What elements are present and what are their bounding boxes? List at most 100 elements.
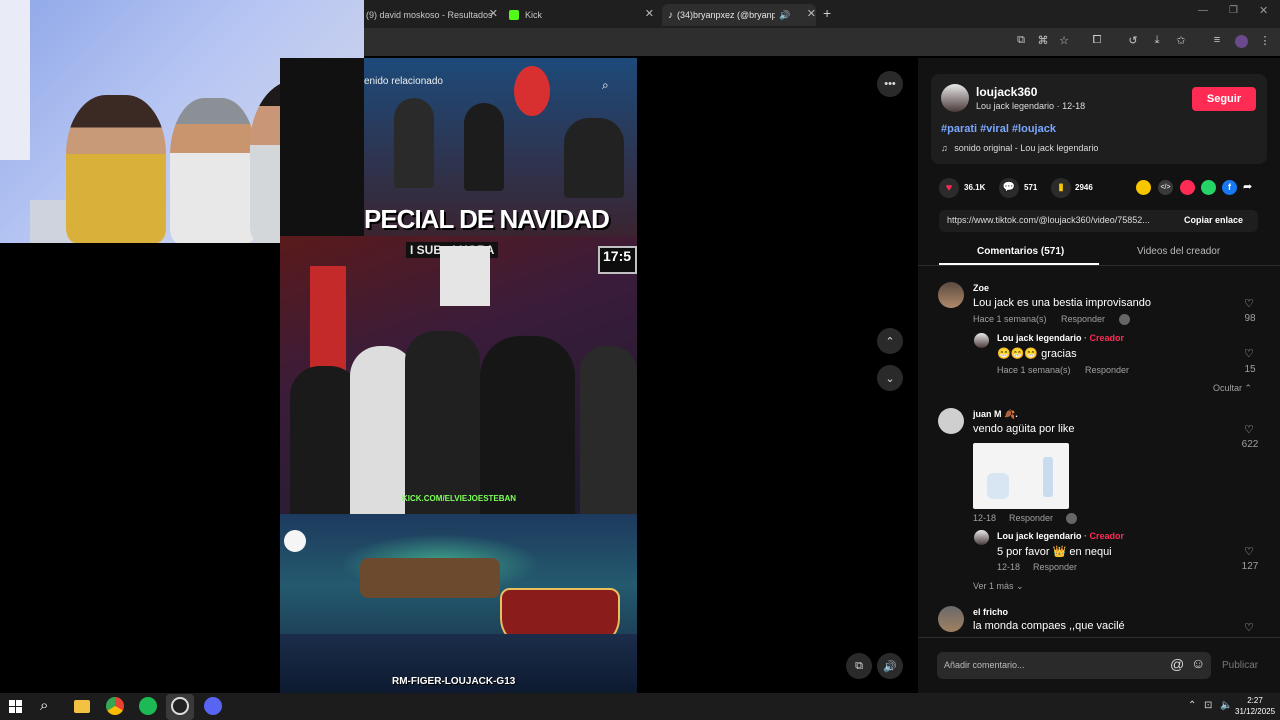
reply-button[interactable]: Responder: [1009, 513, 1053, 523]
commenter-name[interactable]: juan M: [973, 409, 1002, 419]
heart-outline-icon[interactable]: ♡: [1244, 621, 1254, 634]
spotify-icon[interactable]: [139, 697, 157, 715]
view-more-replies-button[interactable]: Ver 1 más ⌄: [973, 581, 1024, 592]
embed-icon[interactable]: </>: [1158, 180, 1173, 195]
volume-button[interactable]: 🔊: [877, 653, 903, 679]
comment-text: Lou jack es una bestia improvisando: [973, 297, 1151, 309]
reply-button[interactable]: Responder: [1033, 562, 1077, 572]
reading-list-icon[interactable]: ≡: [1210, 34, 1224, 46]
download-icon[interactable]: ⤓: [1150, 34, 1164, 47]
close-icon[interactable]: ✕: [645, 7, 654, 20]
publish-button[interactable]: Publicar: [1222, 660, 1258, 671]
commenter-avatar[interactable]: [938, 408, 964, 434]
reply-button[interactable]: Responder: [1085, 365, 1129, 375]
commenter-name[interactable]: el fricho: [973, 607, 1008, 617]
bottle-shape: [1043, 457, 1053, 497]
reply-text: gracias: [1041, 348, 1077, 360]
send-to-friends-icon[interactable]: [1180, 180, 1195, 195]
commenter-avatar[interactable]: [938, 282, 964, 308]
share-arrow-icon[interactable]: ➦: [1243, 180, 1252, 193]
video-panel-middle: I SUB= I HORA 17:5 KICK.COM/ELVIEJOESTEB…: [280, 236, 637, 514]
creator-avatar[interactable]: [941, 84, 969, 112]
network-icon[interactable]: ⊡: [1204, 700, 1212, 711]
tab-label: (34)bryanpxez (@bryanpxez): [677, 10, 775, 20]
reply-button[interactable]: Responder: [1061, 314, 1105, 324]
emoji-picker-icon[interactable]: ☺: [1191, 655, 1205, 671]
close-window-icon[interactable]: ✕: [1259, 4, 1268, 17]
commenter-name[interactable]: Zoe: [973, 283, 989, 293]
creator-tag: Creador: [1089, 531, 1125, 541]
browser-toolbar: [364, 28, 1280, 56]
translate-icon[interactable]: ⌘: [1036, 34, 1050, 47]
tab-creator-videos[interactable]: Videos del creador: [1137, 246, 1220, 257]
heart-outline-icon[interactable]: ♡: [1244, 297, 1254, 310]
hide-replies-button[interactable]: Ocultar ⌃: [1213, 383, 1252, 394]
tab-resultados[interactable]: (9) david moskoso - Resultados ✕: [364, 4, 498, 26]
reply-author[interactable]: Lou jack legendario: [997, 333, 1082, 343]
next-video-button[interactable]: ⌄: [877, 365, 903, 391]
favorites-icon[interactable]: ✩: [1174, 34, 1188, 47]
bookmark-star-icon[interactable]: ☆: [1057, 34, 1071, 47]
close-icon[interactable]: ✕: [489, 7, 498, 20]
speaker-icon[interactable]: 🔊: [779, 10, 790, 21]
sound-row[interactable]: ♫ sonido original - Lou jack legendario: [941, 143, 1098, 153]
heart-icon[interactable]: ♥: [939, 178, 959, 198]
windows-start-icon[interactable]: [9, 700, 22, 713]
heart-outline-icon[interactable]: ♡: [1244, 423, 1254, 436]
reply-text-row: 😁😁😁 gracias: [997, 347, 1077, 360]
search-taskbar-icon[interactable]: ⌕: [40, 697, 48, 714]
tab-tiktok[interactable]: ♪ (34)bryanpxez (@bryanpxez) 🔊 ✕: [662, 4, 816, 26]
person-figure: [564, 118, 624, 198]
extensions-icon[interactable]: ⧠: [1090, 34, 1104, 47]
tab-label: Kick: [525, 10, 543, 20]
clock[interactable]: 2:27 31/12/2025: [1235, 695, 1275, 717]
start-tile: [16, 707, 22, 713]
creator-liked-avatar: [1066, 513, 1077, 524]
creator-username[interactable]: loujack360: [976, 85, 1037, 99]
discord-icon[interactable]: [204, 697, 222, 715]
creator-avatar-small[interactable]: [974, 333, 989, 348]
previous-video-button[interactable]: ⌃: [877, 328, 903, 354]
comment-sticker-image[interactable]: [973, 443, 1069, 509]
comment-icon[interactable]: 💬: [999, 178, 1019, 198]
banner-title: PECIAL DE NAVIDAD: [364, 204, 610, 234]
cast-icon[interactable]: ⧉: [1014, 34, 1028, 47]
search-icon[interactable]: ⌕: [602, 78, 609, 93]
menu-icon[interactable]: ⋮: [1258, 34, 1272, 47]
new-tab-button[interactable]: +: [823, 5, 831, 21]
heart-outline-icon[interactable]: ♡: [1244, 347, 1254, 360]
stream-url: KICK.COM/ELVIEJOESTEBAN: [402, 494, 517, 503]
bookmark-icon[interactable]: ▮: [1051, 178, 1071, 198]
tray-chevron-icon[interactable]: ⌃: [1188, 700, 1196, 711]
chrome-icon[interactable]: [106, 697, 124, 715]
creator-avatar-small[interactable]: [974, 530, 989, 545]
chevron-down-icon: ⌄: [1016, 581, 1024, 591]
close-icon[interactable]: ✕: [807, 7, 816, 20]
whatsapp-icon[interactable]: [1201, 180, 1216, 195]
facebook-icon[interactable]: f: [1222, 180, 1237, 195]
share-coin-icon[interactable]: [1136, 180, 1151, 195]
copy-link-button[interactable]: Copiar enlace: [1184, 215, 1243, 225]
volume-icon[interactable]: 🔈: [1220, 700, 1232, 711]
comment-input-placeholder[interactable]: Añadir comentario...: [944, 660, 1025, 670]
pip-button[interactable]: ⧉: [846, 653, 872, 679]
tab-kick[interactable]: Kick ✕: [506, 4, 654, 26]
person-figure: [394, 98, 434, 188]
video-url[interactable]: https://www.tiktok.com/@loujack360/video…: [947, 215, 1175, 225]
heart-outline-icon[interactable]: ♡: [1244, 545, 1254, 558]
history-icon[interactable]: ↺: [1126, 34, 1140, 47]
follow-button[interactable]: Seguir: [1192, 87, 1256, 111]
tab-label: (9) david moskoso - Resultados: [366, 10, 493, 20]
mention-icon[interactable]: @: [1170, 656, 1184, 672]
hashtags[interactable]: #parati #viral #loujack: [941, 123, 1056, 135]
more-options-button[interactable]: •••: [877, 71, 903, 97]
profile-avatar[interactable]: [1235, 35, 1248, 48]
reply-author[interactable]: Lou jack legendario: [997, 531, 1082, 541]
commenter-avatar[interactable]: [938, 606, 964, 632]
restore-icon[interactable]: ❐: [1229, 5, 1238, 16]
related-sound-hint: enido relacionado: [364, 76, 443, 87]
minimize-icon[interactable]: —: [1198, 5, 1208, 16]
obs-icon[interactable]: [171, 697, 189, 715]
file-explorer-icon[interactable]: [74, 700, 90, 713]
tab-comments[interactable]: Comentarios (571): [977, 246, 1064, 257]
